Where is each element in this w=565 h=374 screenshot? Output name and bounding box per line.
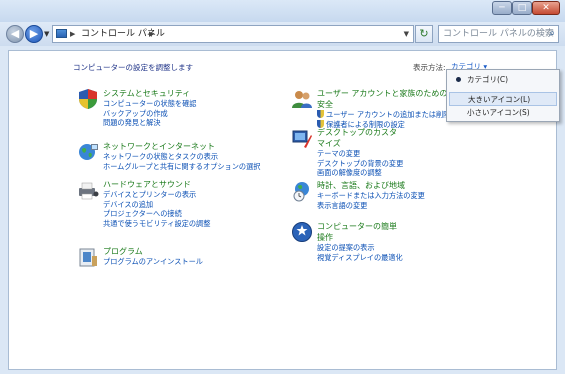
ease-of-access-icon (292, 222, 312, 242)
link-adjust-resolution[interactable]: 画面の解像度の調整 (317, 168, 403, 178)
printer-icon (79, 182, 99, 200)
minimize-button[interactable]: ─ (492, 1, 512, 15)
link-network-status[interactable]: ネットワークの状態とタスクの表示 (103, 152, 260, 162)
category-title[interactable]: 時計、言語、および地域 (317, 180, 425, 191)
view-by-label: 表示方法: (413, 63, 446, 72)
breadcrumb-separator-icon[interactable]: ▶ (70, 26, 75, 42)
search-input[interactable]: コントロール パネルの検索 ⌕ (438, 25, 559, 43)
navigation-bar: ◀ ▶ ▼ ▶ コントロール パネル ▶ ▼ ↻ コントロール パネルの検索 ⌕ (0, 22, 565, 46)
breadcrumb-separator-icon[interactable]: ▶ (149, 26, 154, 42)
category-title[interactable]: デスクトップのカスタマイズ (317, 127, 403, 149)
menu-item-category[interactable]: カテゴリ(C) (449, 73, 557, 87)
category-title[interactable]: システムとセキュリティ (103, 88, 196, 99)
selected-bullet-icon (456, 77, 461, 82)
uac-shield-icon (317, 110, 324, 118)
category-title[interactable]: プログラム (103, 246, 203, 257)
address-dropdown-icon[interactable]: ▼ (404, 26, 409, 42)
link-uninstall-program[interactable]: プログラムのアンインストール (103, 257, 203, 267)
forward-button[interactable]: ▶ (25, 25, 43, 43)
menu-item-large-icons[interactable]: 大きいアイコン(L) (449, 92, 557, 106)
search-icon[interactable]: ⌕ (549, 26, 555, 42)
recent-pages-dropdown[interactable]: ▼ (44, 30, 49, 38)
globe-network-icon (79, 144, 98, 160)
category-title[interactable]: ハードウェアとサウンド (103, 179, 210, 190)
page-heading: コンピューターの設定を調整します (73, 63, 193, 72)
link-create-backup[interactable]: バックアップの作成 (103, 109, 196, 119)
clock-globe-icon (293, 182, 309, 202)
link-add-remove-accounts[interactable]: ユーザー アカウントの追加または削除 (317, 110, 450, 120)
link-change-keyboard[interactable]: キーボードまたは入力方法の変更 (317, 191, 425, 201)
control-panel-window: ─ □ ✕ ◀ ▶ ▼ ▶ コントロール パネル ▶ ▼ ↻ コントロール パネ… (0, 0, 565, 374)
address-bar[interactable]: ▶ コントロール パネル ▶ ▼ (52, 25, 414, 43)
back-button[interactable]: ◀ (6, 25, 24, 43)
category-title[interactable]: ネットワークとインターネット (103, 141, 260, 152)
programs-icon (79, 248, 97, 267)
users-icon (292, 91, 312, 108)
search-placeholder: コントロール パネルの検索 (443, 29, 554, 39)
view-by-menu: カテゴリ(C) 大きいアイコン(L) 小さいアイコン(S) (446, 69, 560, 122)
menu-item-small-icons[interactable]: 小さいアイコン(S) (449, 106, 557, 120)
link-connect-projector[interactable]: プロジェクターへの接続 (103, 209, 210, 219)
maximize-button[interactable]: □ (512, 1, 532, 15)
link-homegroup-options[interactable]: ホームグループと共有に関するオプションの選択 (103, 162, 260, 172)
link-change-display-language[interactable]: 表示言語の変更 (317, 201, 425, 211)
link-optimize-display[interactable]: 視覚ディスプレイの最適化 (317, 253, 403, 263)
link-troubleshoot[interactable]: 問題の発見と解決 (103, 118, 196, 128)
category-title[interactable]: ユーザー アカウントと家族のための安全 (317, 88, 450, 110)
link-mobility-settings[interactable]: 共通で使うモビリティ設定の調整 (103, 219, 210, 229)
appearance-icon (292, 130, 312, 148)
close-button[interactable]: ✕ (532, 1, 560, 15)
control-panel-icon (56, 29, 67, 38)
link-get-recommendations[interactable]: 設定の提案の表示 (317, 243, 403, 253)
link-check-status[interactable]: コンピューターの状態を確認 (103, 99, 196, 109)
category-title[interactable]: コンピューターの簡単操作 (317, 221, 403, 243)
link-add-device[interactable]: デバイスの追加 (103, 200, 210, 210)
title-bar: ─ □ ✕ (0, 0, 565, 22)
link-change-theme[interactable]: テーマの変更 (317, 149, 403, 159)
shield-icon (79, 89, 97, 109)
link-change-background[interactable]: デスクトップの背景の変更 (317, 159, 403, 169)
link-devices-printers[interactable]: デバイスとプリンターの表示 (103, 190, 210, 200)
refresh-button[interactable]: ↻ (415, 25, 433, 43)
